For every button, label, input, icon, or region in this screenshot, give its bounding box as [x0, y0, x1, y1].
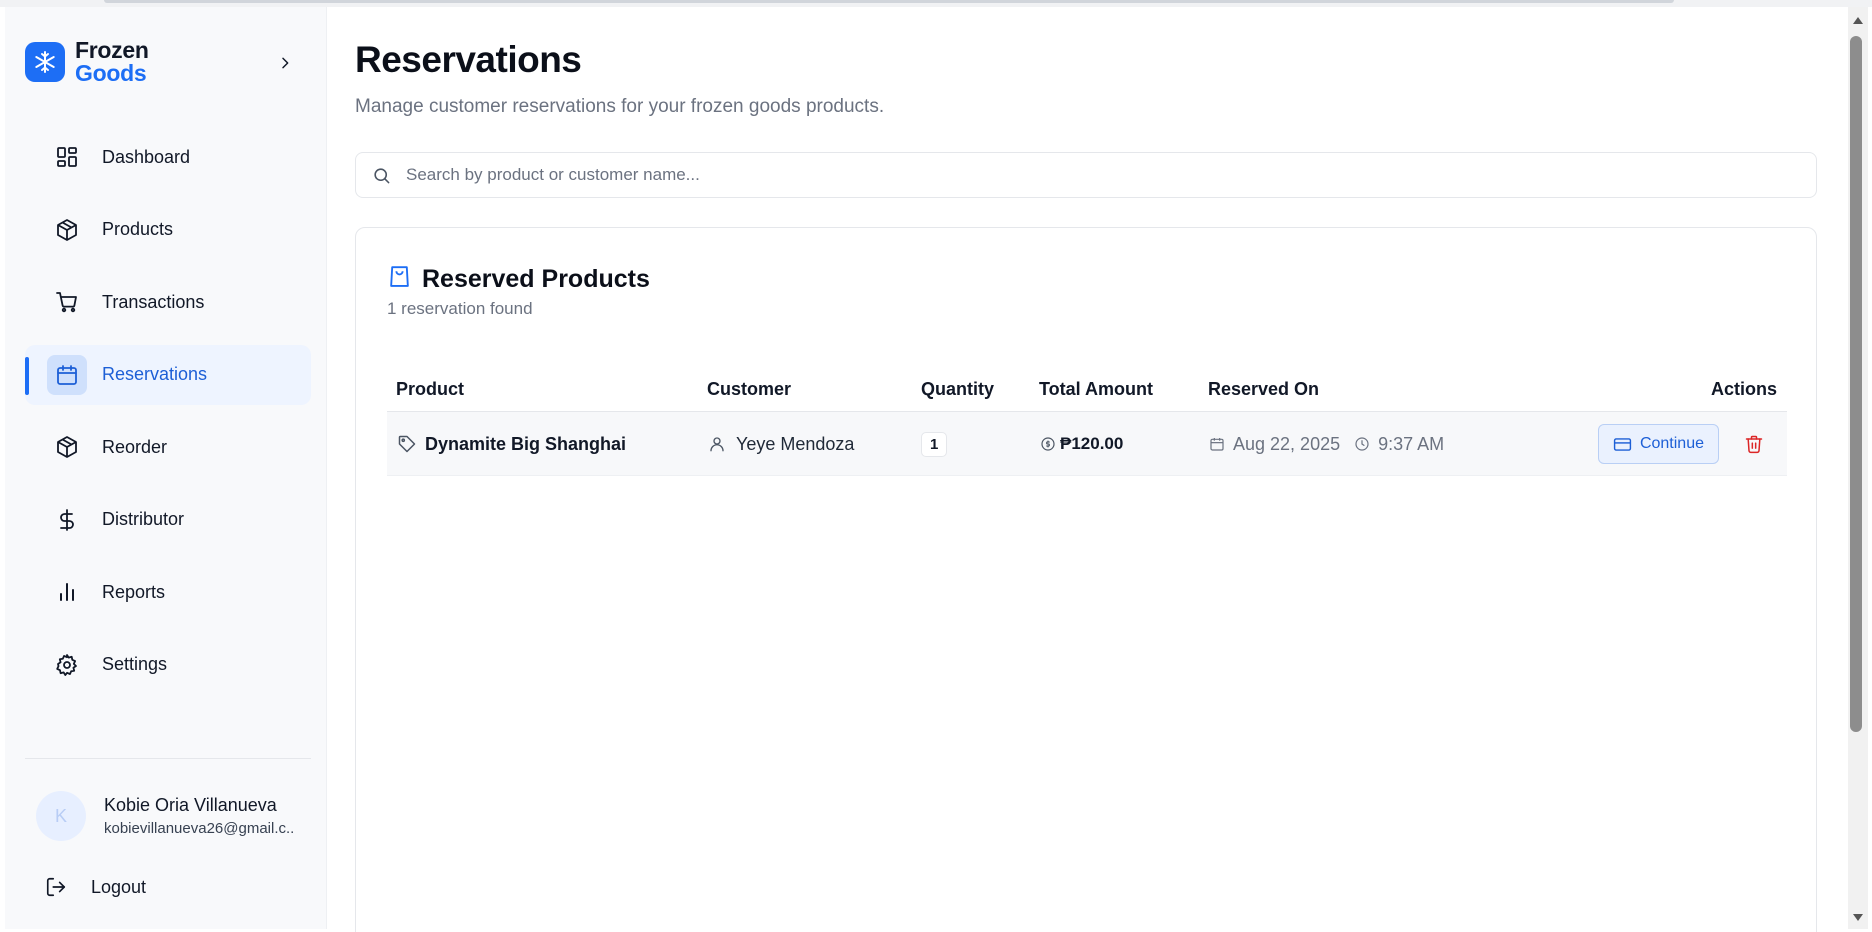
avatar: K	[36, 791, 86, 841]
logout-button[interactable]: Logout	[45, 876, 146, 898]
sidebar-item-label: Reorder	[102, 436, 168, 457]
total-cell: ₱120.00	[1040, 412, 1123, 476]
main-content: Reservations Manage customer reservation…	[355, 7, 1817, 932]
delete-cell	[1740, 412, 1768, 476]
package-icon	[47, 427, 87, 467]
reservations-table: Product Customer Quantity Total Amount R…	[387, 368, 1787, 476]
user-email: kobievillanueva26@gmail.c...	[104, 820, 294, 837]
page-scrollbar[interactable]	[1848, 7, 1868, 929]
column-header-quantity: Quantity	[921, 379, 995, 399]
package-icon	[47, 210, 87, 250]
scroll-down-arrow[interactable]	[1853, 914, 1863, 921]
sidebar-item-reservations[interactable]: Reservations	[25, 344, 311, 405]
calendar-icon	[47, 354, 87, 395]
reservation-count: 1 reservation found	[387, 299, 533, 318]
page-title: Reservations	[355, 39, 582, 80]
tag-icon	[398, 435, 416, 453]
sidebar-item-dashboard[interactable]: Dashboard	[25, 127, 311, 187]
reserved-date: Aug 22, 2025	[1233, 433, 1341, 454]
card-title: Reserved Products	[422, 264, 650, 293]
credit-card-icon	[1613, 437, 1632, 451]
sidebar-item-reorder[interactable]: Reorder	[25, 417, 311, 477]
customer-cell: Yeye Mendoza	[708, 412, 854, 476]
sidebar-item-label: Products	[102, 219, 174, 239]
coin-icon	[1041, 437, 1055, 451]
customer-name: Yeye Mendoza	[736, 433, 855, 454]
sidebar-item-reports[interactable]: Reports	[25, 562, 311, 622]
brand-logo[interactable]: Frozen Goods	[25, 39, 149, 85]
page-subtitle: Manage customer reservations for your fr…	[355, 96, 885, 117]
scroll-up-arrow[interactable]	[1853, 17, 1863, 24]
sidebar-item-settings[interactable]: Settings	[25, 635, 311, 695]
product-cell: Dynamite Big Shanghai	[397, 412, 626, 476]
browser-top-pill	[104, 0, 1674, 3]
logout-label: Logout	[91, 876, 147, 897]
gear-icon	[47, 645, 87, 685]
user-icon	[710, 437, 724, 452]
app-window: Frozen Goods Dashboard Products Transact…	[0, 0, 1872, 932]
sidebar-item-label: Transactions	[102, 291, 205, 312]
column-header-reserved-on: Reserved On	[1208, 379, 1320, 399]
quantity-badge: 1	[921, 431, 948, 457]
calendar-icon	[1210, 438, 1224, 451]
user-profile[interactable]: K Kobie Oria Villanueva kobievillanueva2…	[36, 791, 294, 841]
reserved-on-cell: Aug 22, 2025 9:37 AM	[1209, 412, 1444, 476]
cart-icon	[47, 282, 87, 322]
dashboard-icon	[47, 137, 87, 177]
actions-cell: Continue	[1597, 412, 1719, 476]
product-name: Dynamite Big Shanghai	[425, 433, 627, 454]
column-header-total: Total Amount	[1039, 379, 1153, 399]
reserved-products-card: Reserved Products 1 reservation found Pr…	[355, 227, 1817, 932]
chevron-right-icon	[282, 57, 289, 69]
search-bar	[355, 152, 1817, 198]
column-header-customer: Customer	[707, 379, 792, 399]
brand-name-line2: Goods	[75, 60, 147, 86]
table-header: Product Customer Quantity Total Amount R…	[387, 368, 1787, 412]
sidebar-item-transactions[interactable]: Transactions	[25, 272, 311, 332]
table-row[interactable]: Dynamite Big Shanghai Yeye Mendoza 1 ₱12…	[387, 412, 1787, 476]
shopping-bag-icon	[387, 264, 412, 294]
user-name: Kobie Oria Villanueva	[104, 795, 277, 815]
sidebar-item-distributor[interactable]: Distributor	[25, 490, 311, 550]
sidebar-nav: Dashboard Products Transactions Reservat…	[25, 127, 311, 707]
sidebar: Frozen Goods Dashboard Products Transact…	[5, 7, 327, 929]
search-icon	[370, 164, 392, 186]
snowflake-icon	[25, 42, 65, 82]
trash-icon	[1745, 435, 1763, 454]
sidebar-item-label: Reservations	[102, 364, 208, 384]
column-header-actions: Actions	[1710, 379, 1777, 399]
sidebar-item-label: Dashboard	[102, 146, 191, 167]
scrollbar-thumb[interactable]	[1850, 36, 1862, 732]
sidebar-toggle-button[interactable]	[273, 51, 297, 75]
sidebar-item-label: Settings	[102, 654, 168, 674]
clock-icon	[1355, 437, 1369, 451]
sidebar-item-label: Distributor	[102, 509, 185, 529]
column-header-product: Product	[396, 379, 465, 399]
sidebar-item-products[interactable]: Products	[25, 200, 311, 260]
continue-button[interactable]: Continue	[1597, 424, 1719, 464]
brand-name-line1: Frozen	[75, 37, 149, 63]
search-input[interactable]	[406, 165, 1816, 185]
delete-button[interactable]	[1740, 430, 1768, 458]
bar-chart-icon	[47, 572, 87, 612]
continue-label: Continue	[1639, 435, 1704, 452]
dollar-icon	[47, 500, 87, 540]
sidebar-divider	[25, 758, 311, 759]
sidebar-item-label: Reports	[102, 581, 166, 602]
logout-icon	[46, 877, 66, 897]
reserved-time: 9:37 AM	[1378, 433, 1445, 454]
quantity-cell: 1	[921, 412, 948, 476]
total-amount: ₱120.00	[1060, 434, 1124, 453]
